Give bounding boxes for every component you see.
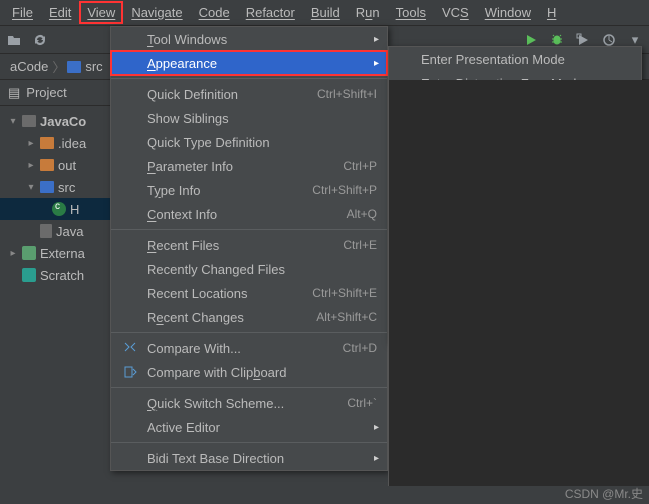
menu-separator [111, 332, 387, 333]
tree-label: Externa [40, 246, 85, 261]
crumb-root[interactable]: aCode [8, 59, 50, 74]
view-menu: Tool Windows▸ Appearance▸ Quick Definiti… [110, 26, 388, 471]
project-tool-label: Project [26, 85, 66, 100]
menu-code[interactable]: Code [191, 1, 238, 24]
menu-appearance[interactable]: Appearance▸ [111, 51, 387, 75]
clipboard-diff-icon [121, 365, 139, 379]
menu-window[interactable]: Window [477, 1, 539, 24]
menu-recently-changed[interactable]: Recently Changed Files [111, 257, 387, 281]
menubar: File Edit View Navigate Code Refactor Bu… [0, 0, 649, 26]
menu-refactor[interactable]: Refactor [238, 1, 303, 24]
menu-run[interactable]: Run [348, 1, 388, 24]
menu-view[interactable]: View [79, 1, 123, 24]
menu-edit[interactable]: Edit [41, 1, 79, 24]
menu-context-info[interactable]: Context InfoAlt+Q [111, 202, 387, 226]
menu-navigate[interactable]: Navigate [123, 1, 190, 24]
menu-build[interactable]: Build [303, 1, 348, 24]
sync-icon[interactable] [32, 32, 48, 48]
menu-separator [111, 229, 387, 230]
menu-quick-def[interactable]: Quick DefinitionCtrl+Shift+I [111, 82, 387, 106]
module-icon [22, 115, 36, 127]
tree-label: .idea [58, 136, 86, 151]
scratch-icon [22, 268, 36, 282]
open-icon[interactable] [6, 32, 22, 48]
folder-icon [40, 159, 54, 171]
menu-tools[interactable]: Tools [388, 1, 434, 24]
menu-recent-changes[interactable]: Recent ChangesAlt+Shift+C [111, 305, 387, 329]
tree-label: out [58, 158, 76, 173]
menu-active-editor[interactable]: Active Editor▸ [111, 415, 387, 439]
tree-label: Java [56, 224, 83, 239]
class-icon [52, 202, 66, 216]
menu-compare-clipboard[interactable]: Compare with Clipboard [111, 360, 387, 384]
folder-icon [67, 61, 81, 73]
library-icon [22, 246, 36, 260]
folder-icon [40, 181, 54, 193]
menu-quick-switch[interactable]: Quick Switch Scheme...Ctrl+` [111, 391, 387, 415]
diff-icon [121, 341, 139, 355]
crumb-sep: 〉 [52, 57, 65, 76]
menu-show-siblings[interactable]: Show Siblings [111, 106, 387, 130]
menu-param-info[interactable]: Parameter InfoCtrl+P [111, 154, 387, 178]
menu-enter-presentation[interactable]: Enter Presentation Mode [389, 47, 641, 71]
file-icon [40, 224, 52, 238]
tree-label: src [58, 180, 75, 195]
menu-recent-locations[interactable]: Recent LocationsCtrl+Shift+E [111, 281, 387, 305]
menu-separator [111, 387, 387, 388]
menu-quick-type-def[interactable]: Quick Type Definition [111, 130, 387, 154]
menu-compare-with[interactable]: Compare With...Ctrl+D [111, 336, 387, 360]
editor-area [388, 80, 649, 486]
project-tool-icon: ▤ [8, 85, 20, 101]
menu-vcs[interactable]: VCS [434, 1, 477, 24]
tree-label: H [70, 202, 79, 217]
menu-recent-files[interactable]: Recent FilesCtrl+E [111, 233, 387, 257]
menu-bidi[interactable]: Bidi Text Base Direction▸ [111, 446, 387, 470]
menu-tool-windows[interactable]: Tool Windows▸ [111, 27, 387, 51]
folder-icon [40, 137, 54, 149]
menu-help[interactable]: H [539, 1, 564, 24]
menu-separator [111, 442, 387, 443]
tree-label: Scratch [40, 268, 84, 283]
watermark: CSDN @Mr.史 [565, 485, 643, 502]
menu-file[interactable]: File [4, 1, 41, 24]
tree-label: JavaCo [40, 114, 86, 129]
crumb-src[interactable]: src [83, 59, 104, 74]
menu-separator [111, 78, 387, 79]
menu-type-info[interactable]: Type InfoCtrl+Shift+P [111, 178, 387, 202]
